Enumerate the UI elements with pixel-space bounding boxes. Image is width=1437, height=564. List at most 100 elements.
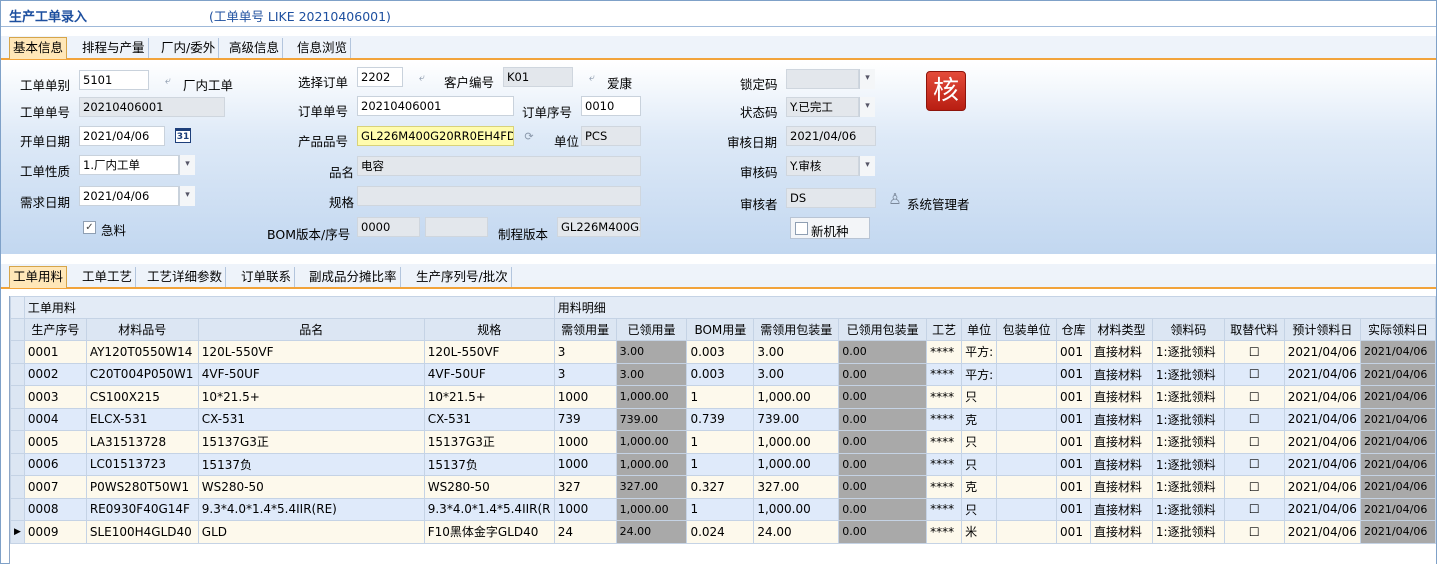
table-cell[interactable]: 2021/04/06 [1283,430,1361,454]
table-cell[interactable]: 0007 [23,475,87,499]
table-cell[interactable]: 2021/04/06 [1359,362,1436,386]
chevron-down-icon[interactable]: ▾ [179,186,195,206]
table-cell[interactable]: 1:逐批领料 [1151,362,1225,386]
table-cell[interactable]: 1000 [553,497,617,521]
table-cell[interactable]: 0.327 [686,475,755,499]
table-cell[interactable]: **** [926,430,963,454]
table-cell[interactable] [996,407,1058,431]
sales-order-no-field[interactable]: 20210406001 [357,96,514,116]
table-cell[interactable]: P0WS280T50W1 [85,475,199,499]
table-cell[interactable]: 327.00 [753,475,840,499]
table-cell[interactable]: 0003 [23,385,87,409]
table-cell[interactable]: 001 [1056,452,1091,476]
table-cell[interactable]: 1,000.00 [753,452,840,476]
substitute-checkbox[interactable]: ☐ [1223,520,1285,544]
table-cell[interactable]: 1000 [553,452,617,476]
substitute-checkbox[interactable]: ☐ [1223,475,1285,499]
table-cell[interactable]: 0002 [23,362,87,386]
table-cell[interactable]: 2021/04/06 [1283,340,1361,364]
table-cell[interactable]: 1,000.00 [615,452,688,476]
table-cell[interactable]: 2021/04/06 [1283,407,1361,431]
table-cell[interactable]: 克 [961,475,998,499]
table-cell[interactable]: 9.3*4.0*1.4*5.4IIR(RE) [197,497,425,521]
table-row[interactable]: 0006 LC01513723 15137负 15137负 1000 1,000.00 1 1… [10,452,1436,476]
table-cell[interactable]: 001 [1056,430,1091,454]
table-cell[interactable]: 0.00 [838,520,928,544]
table-cell[interactable]: 739 [553,407,617,431]
table-cell[interactable]: 15137负 [423,452,555,476]
table-cell[interactable]: 15137负 [197,452,425,476]
new-model-checkbox[interactable] [795,222,808,235]
table-cell[interactable]: 3.00 [753,340,840,364]
table-cell[interactable]: 4VF-50UF [197,362,425,386]
table-cell[interactable]: 120L-550VF [197,340,425,364]
table-cell[interactable]: 0005 [23,430,87,454]
column-header[interactable]: 材料品号 [85,318,199,341]
column-header[interactable]: 需领用量 [553,318,617,341]
column-header[interactable]: 已领用量 [615,318,688,341]
table-cell[interactable]: GLD [197,520,425,544]
table-cell[interactable]: 2021/04/06 [1359,340,1436,364]
chevron-down-icon[interactable]: ▾ [859,69,875,89]
table-cell[interactable]: 9.3*4.0*1.4*5.4IIR(R [423,497,555,521]
table-cell[interactable]: **** [926,362,963,386]
table-cell[interactable]: 1:逐批领料 [1151,497,1225,521]
column-header[interactable]: 已领用包装量 [838,318,928,341]
table-cell[interactable]: 001 [1056,385,1091,409]
table-cell[interactable]: 0006 [23,452,87,476]
table-row[interactable]: 0001 AY120T0550W14 120L-550VF 120L-550VF 3 3.… [10,340,1436,364]
table-cell[interactable]: 3 [553,340,617,364]
order-nature-field[interactable]: 1.厂内工单 [79,155,179,175]
table-cell[interactable]: 1:逐批领料 [1151,430,1225,454]
table-cell[interactable]: 001 [1056,362,1091,386]
table-cell[interactable]: 327.00 [615,475,688,499]
table-cell[interactable]: AY120T0550W14 [85,340,199,364]
table-cell[interactable]: 3.00 [615,362,688,386]
table-cell[interactable]: LA31513728 [85,430,199,454]
table-cell[interactable]: 2021/04/06 [1283,520,1361,544]
tab-info-browse[interactable]: 信息浏览 [294,38,352,58]
table-cell[interactable]: CS100X215 [85,385,199,409]
table-cell[interactable]: 001 [1056,497,1091,521]
table-cell[interactable]: 1:逐批领料 [1151,475,1225,499]
table-row[interactable]: 0003 CS100X215 10*21.5+ 10*21.5+ 1000 1,000.0… [10,385,1436,409]
table-cell[interactable]: 24.00 [753,520,840,544]
table-cell[interactable]: 1,000.00 [615,430,688,454]
demand-date-field[interactable]: 2021/04/06 [79,186,179,206]
tab-order-process[interactable]: 工单工艺 [79,267,137,287]
unit-field[interactable]: PCS [581,126,641,146]
table-cell[interactable]: SLE100H4GLD40 [85,520,199,544]
table-cell[interactable]: 1 [686,430,755,454]
table-cell[interactable]: 直接材料 [1090,452,1153,476]
chevron-down-icon[interactable]: ▾ [859,97,875,117]
table-cell[interactable]: 直接材料 [1090,385,1153,409]
column-header[interactable]: 预计领料日 [1283,318,1361,341]
table-cell[interactable]: 2021/04/06 [1283,452,1361,476]
select-order-field[interactable]: 2202 [357,67,403,87]
table-cell[interactable]: WS280-50 [423,475,555,499]
table-cell[interactable]: 2021/04/06 [1359,407,1436,431]
row-indicator[interactable] [10,407,25,431]
table-cell[interactable]: 327 [553,475,617,499]
materials-grid[interactable]: 工单用料 用料明细 生产序号 材料品号 品名 规格 需领用量 已领用量 BOM用量 需领用包装… [9,296,1436,564]
table-cell[interactable]: 0.739 [686,407,755,431]
table-cell[interactable]: 1,000.00 [753,497,840,521]
audit-stamp-icon[interactable]: 核 [926,71,966,111]
table-cell[interactable]: 1:逐批领料 [1151,385,1225,409]
table-cell[interactable]: 1:逐批领料 [1151,407,1225,431]
row-indicator[interactable] [10,430,25,454]
substitute-checkbox[interactable]: ☐ [1223,385,1285,409]
column-header[interactable]: 生产序号 [23,318,87,341]
table-cell[interactable]: 1000 [553,385,617,409]
table-cell[interactable]: 平方: [961,340,998,364]
table-cell[interactable]: 2021/04/06 [1359,430,1436,454]
table-cell[interactable]: 0001 [23,340,87,364]
product-no-field[interactable]: GL226M400G20RR0EH4FD0 [357,126,514,146]
table-cell[interactable]: 直接材料 [1090,340,1153,364]
table-cell[interactable]: 3.00 [753,362,840,386]
order-type-field[interactable]: 5101 [79,70,149,90]
table-row[interactable]: 0004 ELCX-531 CX-531 CX-531 739 739.00 0.739 73… [10,407,1436,431]
order-no-field[interactable]: 20210406001 [79,97,225,117]
table-cell[interactable] [996,362,1058,386]
tab-advanced-info[interactable]: 高级信息 [226,38,284,58]
